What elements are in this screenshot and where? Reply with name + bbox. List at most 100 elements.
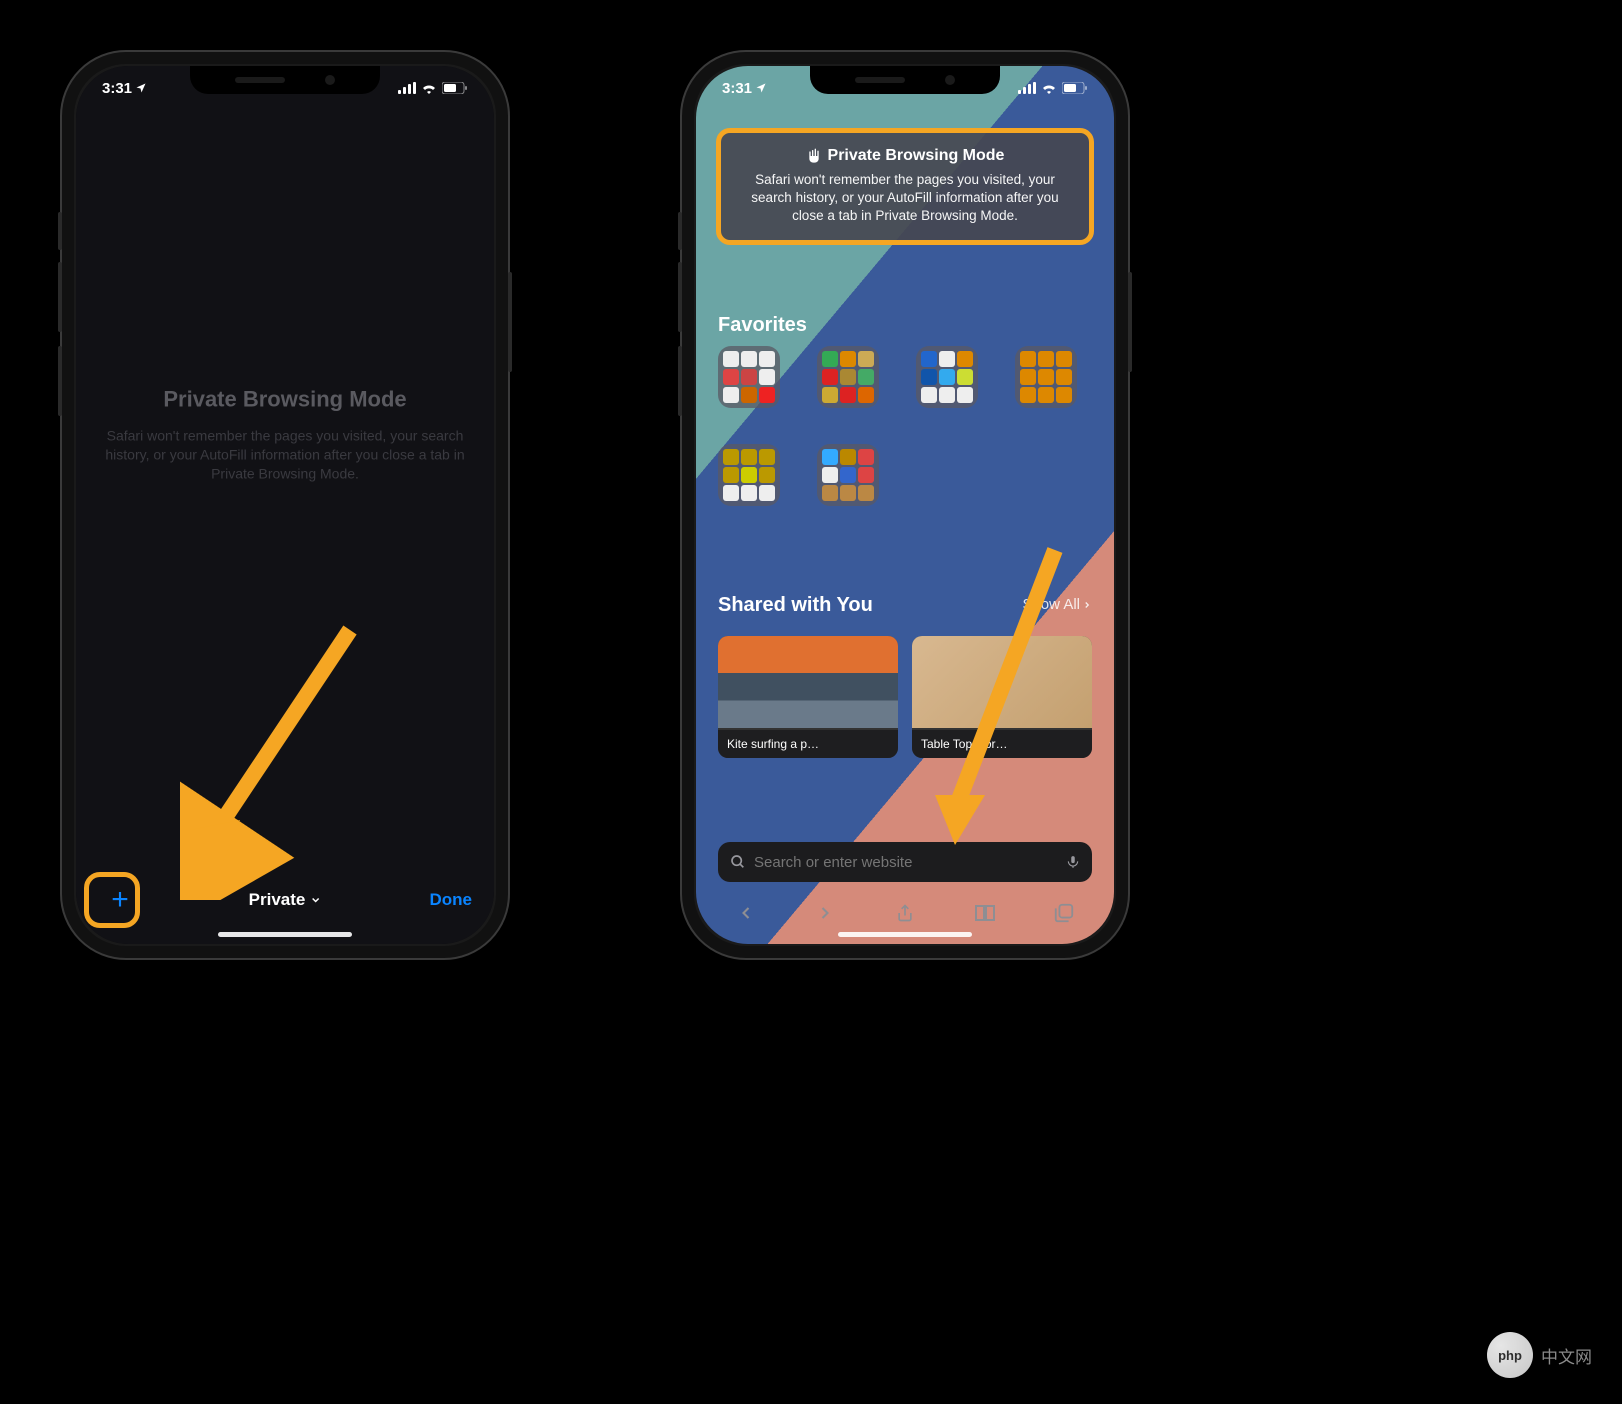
- favorite-mini-icon: [723, 467, 739, 483]
- favorite-mini-icon: [759, 369, 775, 385]
- favorite-folder[interactable]: [916, 346, 978, 408]
- back-button[interactable]: [734, 901, 758, 925]
- favorite-mini-icon: [840, 351, 856, 367]
- favorite-folder[interactable]: [718, 346, 780, 408]
- favorite-mini-icon: [840, 449, 856, 465]
- bookmarks-button[interactable]: [973, 901, 997, 925]
- favorite-folder[interactable]: [817, 444, 879, 506]
- favorite-mini-icon: [759, 467, 775, 483]
- power-button: [508, 272, 512, 372]
- annotation-arrow-right: [900, 520, 1100, 860]
- favorite-mini-icon: [759, 387, 775, 403]
- favorite-mini-icon: [822, 351, 838, 367]
- highlight-new-tab: [84, 872, 140, 928]
- favorites-header: Favorites: [718, 314, 807, 337]
- search-icon: [730, 854, 746, 870]
- front-camera: [945, 75, 955, 85]
- front-camera: [325, 75, 335, 85]
- cellular-icon: [398, 82, 416, 94]
- favorite-mini-icon: [723, 369, 739, 385]
- favorite-mini-icon: [1038, 369, 1054, 385]
- status-time: 3:31: [102, 80, 132, 97]
- favorite-mini-icon: [759, 351, 775, 367]
- annotation-arrow-left: [180, 600, 380, 900]
- volume-down-button: [58, 346, 62, 416]
- battery-icon: [442, 82, 468, 94]
- favorite-mini-icon: [840, 387, 856, 403]
- favorite-mini-icon: [957, 387, 973, 403]
- wifi-icon: [421, 82, 437, 94]
- watermark-text: 中文网: [1541, 1343, 1592, 1368]
- location-icon: [135, 82, 147, 94]
- mute-switch: [58, 212, 62, 250]
- favorite-mini-icon: [741, 449, 757, 465]
- favorite-mini-icon: [723, 387, 739, 403]
- favorite-mini-icon: [822, 369, 838, 385]
- favorite-mini-icon: [741, 467, 757, 483]
- shared-with-you-header: Shared with You: [718, 594, 873, 617]
- mute-switch: [678, 212, 682, 250]
- private-card-description: Safari won't remember the pages you visi…: [735, 171, 1075, 226]
- favorite-mini-icon: [1056, 369, 1072, 385]
- private-browsing-card: Private Browsing Mode Safari won't remem…: [716, 128, 1094, 245]
- watermark: php 中文网: [1487, 1332, 1592, 1378]
- cellular-icon: [1018, 82, 1036, 94]
- tabs-button[interactable]: [1052, 901, 1076, 925]
- favorite-mini-icon: [1020, 387, 1036, 403]
- favorite-mini-icon: [1038, 351, 1054, 367]
- private-mode-title: Private Browsing Mode: [97, 386, 473, 412]
- favorite-folder[interactable]: [718, 444, 780, 506]
- favorite-mini-icon: [921, 387, 937, 403]
- volume-up-button: [678, 262, 682, 332]
- volume-down-button: [678, 346, 682, 416]
- favorite-mini-icon: [741, 351, 757, 367]
- wifi-icon: [1041, 82, 1057, 94]
- shared-item[interactable]: Kite surfing a p…: [718, 636, 898, 758]
- private-card-title-text: Private Browsing Mode: [828, 147, 1005, 165]
- favorite-mini-icon: [858, 369, 874, 385]
- favorite-mini-icon: [858, 449, 874, 465]
- favorite-mini-icon: [939, 387, 955, 403]
- forward-button[interactable]: [813, 901, 837, 925]
- favorite-mini-icon: [957, 369, 973, 385]
- volume-up-button: [58, 262, 62, 332]
- favorite-mini-icon: [1020, 351, 1036, 367]
- favorite-mini-icon: [1038, 387, 1054, 403]
- favorite-mini-icon: [939, 369, 955, 385]
- favorite-mini-icon: [741, 369, 757, 385]
- favorite-mini-icon: [741, 485, 757, 501]
- favorite-mini-icon: [723, 351, 739, 367]
- shared-item-thumbnail: [718, 636, 898, 728]
- favorite-mini-icon: [840, 369, 856, 385]
- favorite-mini-icon: [822, 485, 838, 501]
- favorite-mini-icon: [723, 449, 739, 465]
- favorite-mini-icon: [858, 485, 874, 501]
- favorite-mini-icon: [1056, 387, 1072, 403]
- favorite-folder[interactable]: [1015, 346, 1077, 408]
- hand-icon: [806, 148, 822, 164]
- power-button: [1128, 272, 1132, 372]
- battery-icon: [1062, 82, 1088, 94]
- favorite-mini-icon: [957, 351, 973, 367]
- home-indicator[interactable]: [218, 932, 352, 937]
- favorite-folder[interactable]: [817, 346, 879, 408]
- favorite-mini-icon: [921, 351, 937, 367]
- favorite-mini-icon: [858, 351, 874, 367]
- favorite-mini-icon: [858, 467, 874, 483]
- favorite-mini-icon: [759, 449, 775, 465]
- favorite-mini-icon: [741, 387, 757, 403]
- favorite-mini-icon: [822, 449, 838, 465]
- favorite-mini-icon: [858, 387, 874, 403]
- speaker: [855, 77, 905, 83]
- shared-item-caption: Kite surfing a p…: [718, 730, 898, 758]
- home-indicator[interactable]: [838, 932, 972, 937]
- share-button[interactable]: [893, 901, 917, 925]
- done-button[interactable]: Done: [430, 890, 473, 910]
- favorite-mini-icon: [1020, 369, 1036, 385]
- favorite-mini-icon: [759, 485, 775, 501]
- watermark-logo: php: [1487, 1332, 1533, 1378]
- favorite-mini-icon: [840, 467, 856, 483]
- favorite-mini-icon: [723, 485, 739, 501]
- speaker: [235, 77, 285, 83]
- status-time: 3:31: [722, 80, 752, 97]
